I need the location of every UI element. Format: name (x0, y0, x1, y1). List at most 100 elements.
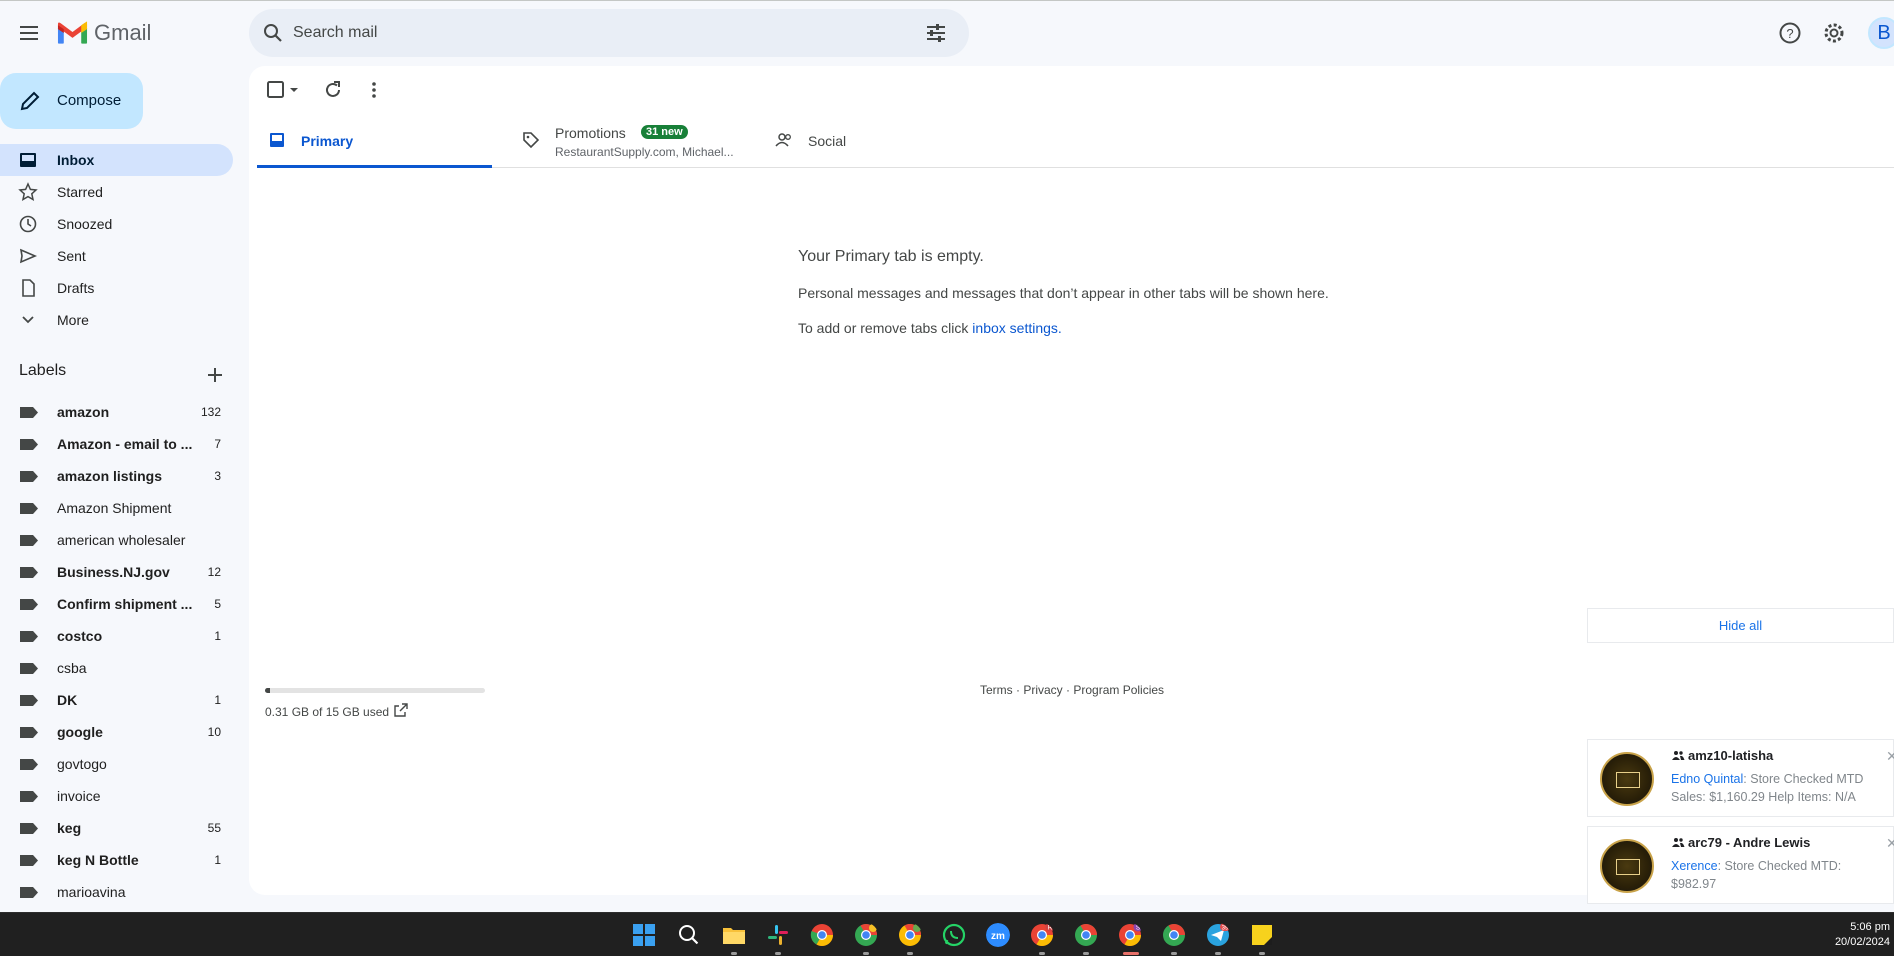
search-options-icon[interactable] (924, 21, 948, 45)
privacy-link[interactable]: Privacy (1023, 683, 1062, 697)
account-avatar[interactable]: B (1868, 17, 1894, 49)
compose-button[interactable]: Compose (0, 73, 143, 129)
close-icon[interactable]: ✕ (1886, 748, 1894, 765)
sidebar-item-drafts[interactable]: Drafts (0, 272, 233, 304)
tab-primary[interactable]: Primary (257, 116, 492, 168)
footer-separator: · (1062, 683, 1074, 697)
close-icon[interactable]: ✕ (1886, 835, 1894, 852)
tab-senders-preview: RestaurantSupply.com, Michael... (555, 145, 734, 159)
notification-sender: Edno Quintal (1671, 772, 1744, 786)
system-clock[interactable]: 5:06 pm 20/02/2024 (1835, 920, 1890, 950)
group-icon (1672, 838, 1685, 847)
chrome-profile-icon[interactable] (1074, 923, 1098, 947)
taskbar-search-icon[interactable] (677, 923, 701, 947)
telegram-icon[interactable]: 39 (1206, 923, 1230, 947)
settings-gear-icon[interactable] (1822, 21, 1846, 45)
label-tag-icon (20, 471, 38, 482)
search-icon[interactable] (261, 21, 285, 45)
notification-card[interactable]: amz10-latisha Edno Quintal: Store Checke… (1587, 739, 1894, 817)
sidebar-label-item[interactable]: marioavina (0, 876, 233, 908)
windows-start-icon[interactable] (632, 923, 656, 947)
windows-taskbar: zm R S 39 5:06 pm 20/02/2024 (0, 912, 1894, 956)
main-menu-button[interactable] (14, 18, 44, 48)
refresh-icon[interactable] (321, 78, 345, 102)
search-bar[interactable] (249, 9, 969, 57)
chrome-icon[interactable] (810, 923, 834, 947)
inbox-settings-link[interactable]: inbox settings (972, 320, 1058, 336)
sticky-notes-icon[interactable] (1250, 923, 1274, 947)
chrome-profile-icon[interactable]: S (1118, 923, 1142, 947)
help-icon[interactable]: ? (1778, 21, 1802, 45)
tab-social[interactable]: Social (764, 116, 999, 168)
sidebar-label-item[interactable]: amazon listings 3 (0, 460, 233, 492)
label-name: american wholesaler (57, 532, 186, 548)
empty-hint: To add or remove tabs click inbox settin… (798, 320, 1062, 336)
sidebar-label-item[interactable]: Business.NJ.gov 12 (0, 556, 233, 588)
label-name: Confirm shipment ... (57, 596, 193, 612)
label-tag-icon (20, 727, 38, 738)
notification-body: Xerence: Store Checked MTD: $982.97 (1671, 857, 1881, 893)
chrome-profile-icon[interactable] (1162, 923, 1186, 947)
search-input[interactable] (293, 21, 893, 45)
app-title: Gmail (94, 20, 152, 45)
compose-label: Compose (57, 92, 122, 109)
sidebar-label-item[interactable]: google 10 (0, 716, 233, 748)
label-tag-icon (20, 407, 38, 418)
label-name: Business.NJ.gov (57, 564, 170, 580)
chrome-profile-icon[interactable]: R (1030, 923, 1054, 947)
program-policies-link[interactable]: Program Policies (1073, 683, 1164, 697)
notification-title: arc79 - Andre Lewis (1671, 835, 1810, 850)
sidebar-item-sent[interactable]: Sent (0, 240, 233, 272)
top-bar: Gmail ? B (0, 0, 1894, 66)
sidebar-label-item[interactable]: Amazon - email to ... 7 (0, 428, 233, 460)
star-icon (18, 182, 38, 201)
slack-icon[interactable] (766, 923, 790, 947)
sidebar-label-item[interactable]: Confirm shipment ... 5 (0, 588, 233, 620)
add-label-icon[interactable] (204, 364, 226, 386)
sidebar-item-starred[interactable]: Starred (0, 176, 233, 208)
svg-text:zm: zm (991, 931, 1005, 942)
sidebar-item-inbox[interactable]: Inbox (0, 144, 233, 176)
running-indicator (1039, 952, 1045, 955)
open-external-icon[interactable] (393, 702, 409, 718)
file-explorer-icon[interactable] (722, 923, 746, 947)
gmail-logo[interactable]: Gmail (57, 20, 151, 46)
label-name: Amazon - email to ... (57, 436, 193, 452)
select-dropdown-icon[interactable] (282, 78, 306, 102)
notification-card[interactable]: arc79 - Andre Lewis Xerence: Store Check… (1587, 826, 1894, 904)
clock-icon (19, 215, 37, 233)
chrome-profile-icon[interactable] (898, 923, 922, 947)
sidebar-label-item[interactable]: amazon 132 (0, 396, 233, 428)
terms-link[interactable]: Terms (980, 683, 1013, 697)
sidebar-label-item[interactable]: keg 55 (0, 812, 233, 844)
sidebar-item-snoozed[interactable]: Snoozed (0, 208, 233, 240)
sidebar-label-item[interactable]: Amazon Shipment (0, 492, 233, 524)
zoom-icon[interactable]: zm (986, 923, 1010, 947)
sidebar-label-item[interactable]: csba (0, 652, 233, 684)
empty-hint-text: To add or remove tabs click (798, 320, 973, 336)
sidebar-item-label: Sent (57, 248, 86, 264)
label-tag-icon (20, 567, 38, 578)
sidebar-label-item[interactable]: invoice (0, 780, 233, 812)
sidebar-item-more[interactable]: More (0, 304, 233, 336)
tab-label: Promotions (555, 125, 626, 141)
hide-all-notifications-button[interactable]: Hide all (1587, 608, 1894, 643)
sidebar-label-item[interactable]: keg N Bottle 1 (0, 844, 233, 876)
more-options-icon[interactable] (362, 78, 386, 102)
clock-time: 5:06 pm (1850, 921, 1890, 933)
sidebar-label-item[interactable]: govtogo (0, 748, 233, 780)
label-tag-icon (20, 759, 38, 770)
sidebar-label-item[interactable]: costco 1 (0, 620, 233, 652)
label-unread-count: 7 (214, 437, 221, 451)
label-unread-count: 1 (214, 629, 221, 643)
label-name: marioavina (57, 884, 126, 900)
sidebar-label-item[interactable]: american wholesaler (0, 524, 233, 556)
tab-promotions[interactable]: Promotions 31 new RestaurantSupply.com, … (511, 116, 746, 168)
label-name: amazon (57, 404, 110, 420)
chrome-profile-icon[interactable] (854, 923, 878, 947)
notification-sender: Xerence (1671, 859, 1718, 873)
whatsapp-icon[interactable] (942, 923, 966, 947)
sidebar-label-item[interactable]: DK 1 (0, 684, 233, 716)
label-tag-icon (20, 823, 38, 834)
sidebar-item-label: Inbox (57, 152, 95, 168)
